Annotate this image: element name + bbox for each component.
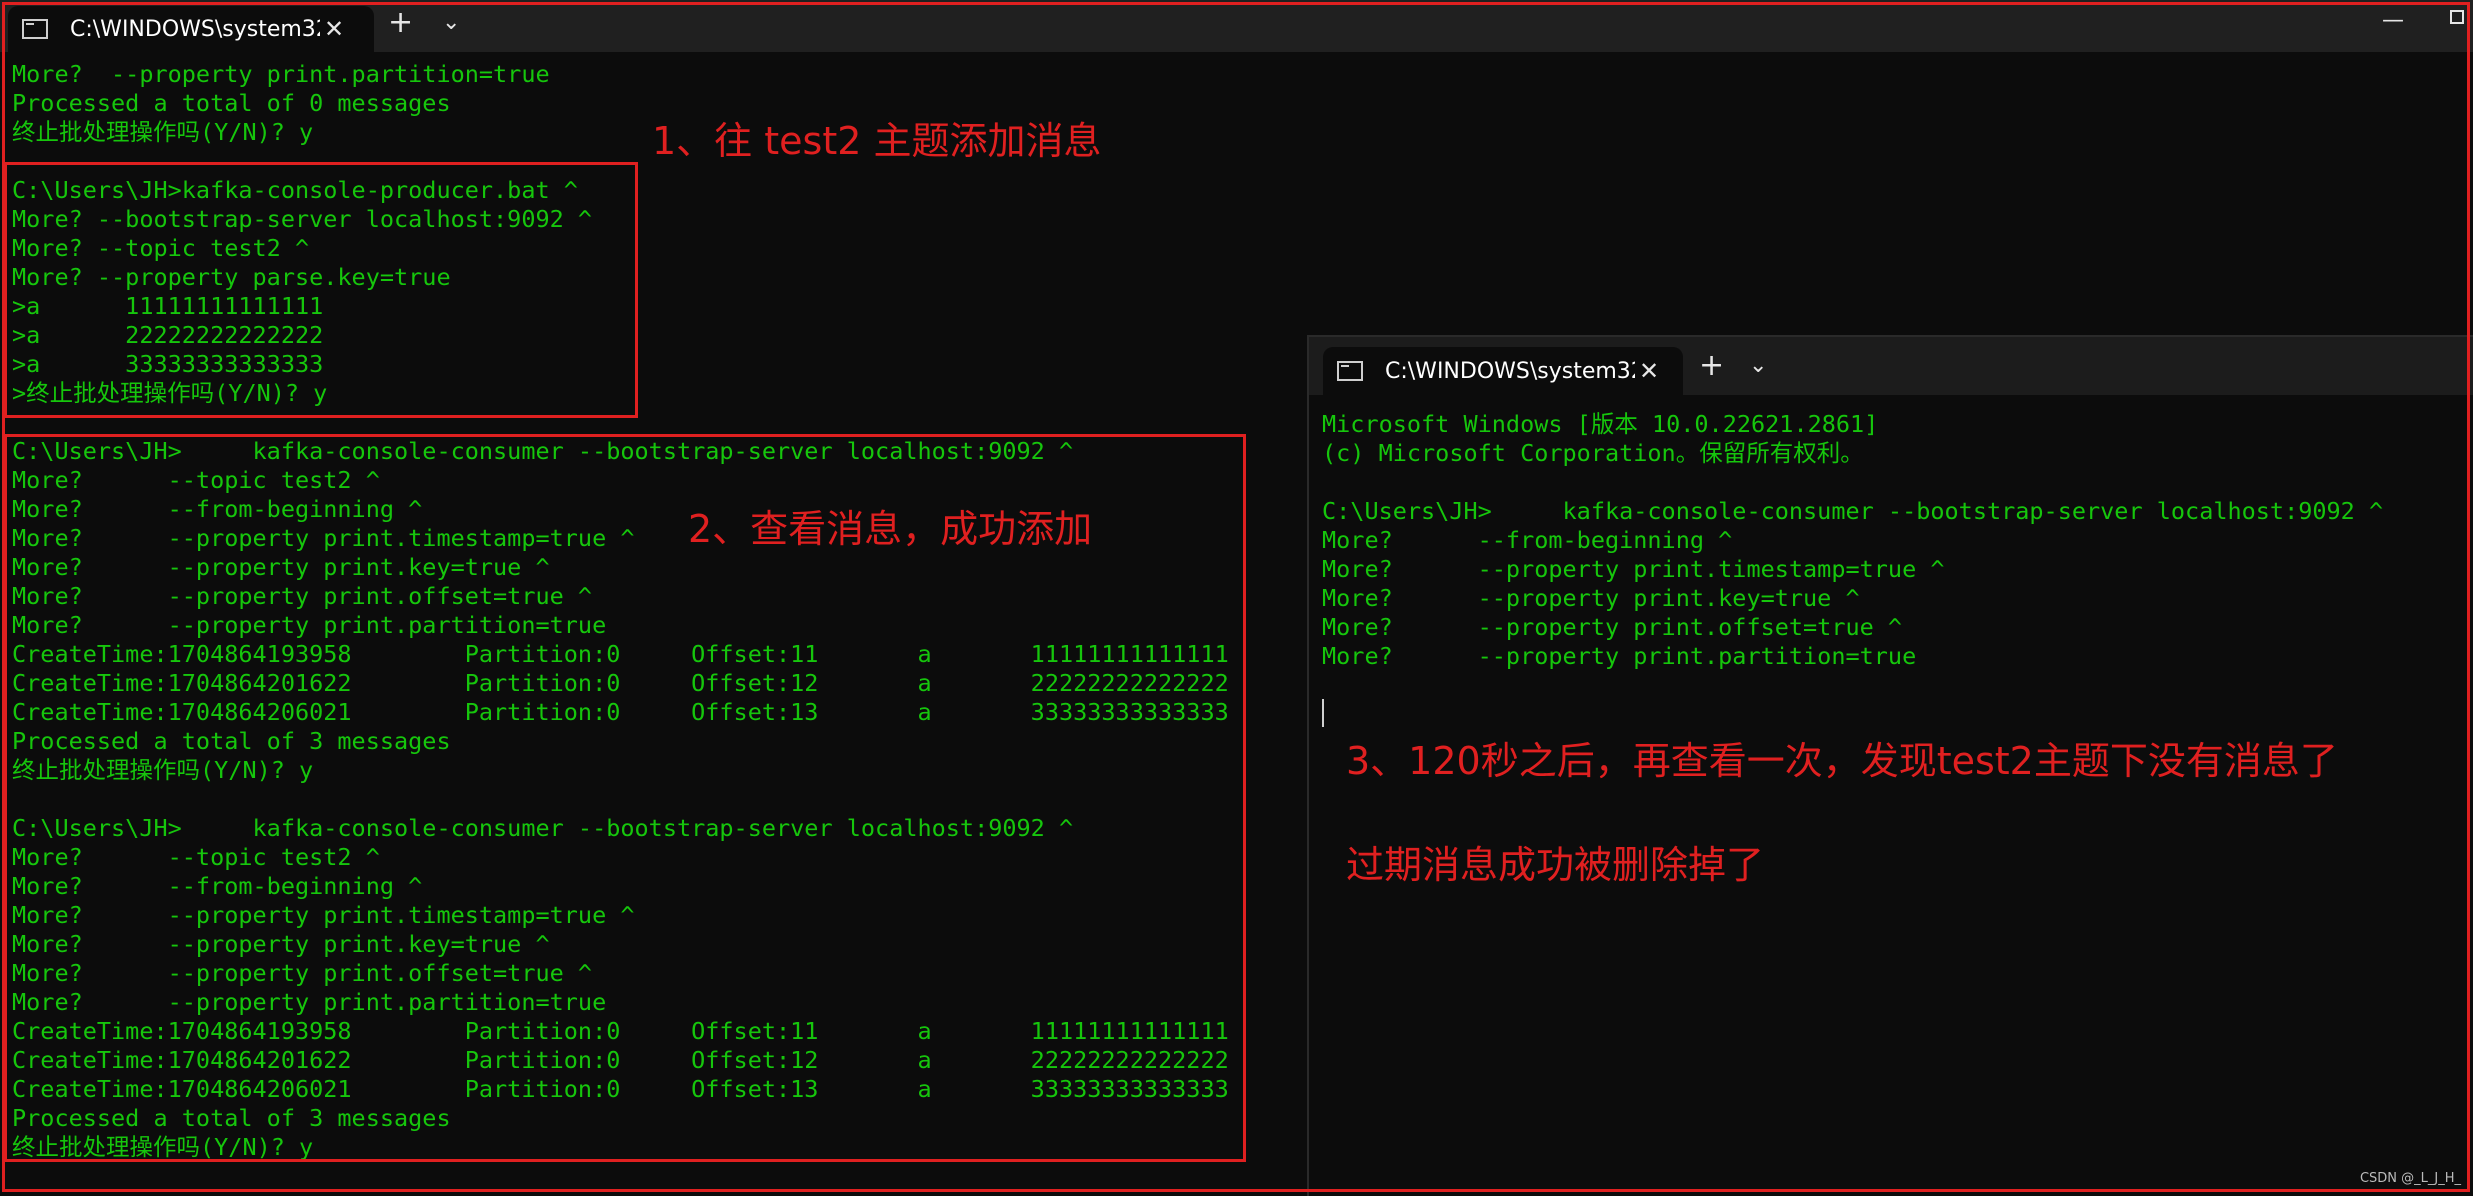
tab-title: C:\WINDOWS\system32\cmd.exe — [70, 16, 320, 42]
title-bar: C:\WINDOWS\system32\cmd.exe ✕ + ⌄ — [1309, 337, 2473, 395]
maximize-button[interactable] — [2450, 10, 2464, 24]
annotation-step1: 1、往 test2 主题添加消息 — [652, 119, 1102, 163]
console-output[interactable]: More? --property print.partition=true Pr… — [12, 60, 1229, 1162]
cmd-icon — [22, 19, 48, 39]
new-tab-button[interactable]: + — [388, 8, 413, 38]
tab-dropdown-button[interactable]: ⌄ — [1749, 355, 1767, 377]
close-tab-icon[interactable]: ✕ — [324, 15, 344, 43]
tab-dropdown-button[interactable]: ⌄ — [442, 12, 460, 34]
terminal-tab[interactable]: C:\WINDOWS\system32\cmd.exe ✕ — [1323, 347, 1683, 395]
console-output[interactable]: Microsoft Windows [版本 10.0.22621.2861] (… — [1322, 410, 2383, 671]
annotation-step2: 2、查看消息，成功添加 — [688, 507, 1093, 551]
text-cursor — [1322, 699, 1324, 727]
tab-title: C:\WINDOWS\system32\cmd.exe — [1385, 358, 1635, 384]
new-tab-button[interactable]: + — [1699, 351, 1724, 381]
annotation-step3: 3、120秒之后，再查看一次，发现test2主题下没有消息了 — [1346, 739, 2338, 783]
close-tab-icon[interactable]: ✕ — [1639, 357, 1659, 385]
annotation-step4: 过期消息成功被删除掉了 — [1346, 843, 1765, 887]
terminal-tab[interactable]: C:\WINDOWS\system32\cmd.exe ✕ — [8, 6, 374, 52]
cmd-icon — [1337, 361, 1363, 381]
minimize-button[interactable]: — — [2382, 8, 2404, 33]
title-bar: C:\WINDOWS\system32\cmd.exe ✕ + ⌄ — — [0, 0, 2473, 52]
watermark: CSDN @_L_J_H_ — [2359, 1171, 2461, 1186]
